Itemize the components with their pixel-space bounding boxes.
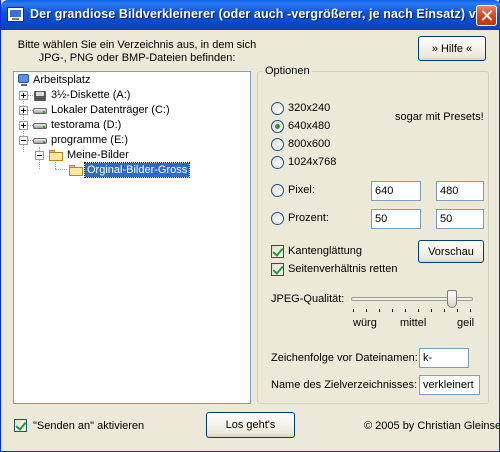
collapse-icon[interactable] — [35, 151, 44, 160]
jpeg-mark-mid: mittel — [400, 317, 427, 329]
aspect-ratio-label: Seitenverhältnis retten — [288, 263, 398, 275]
tree-item-drive-c[interactable]: Lokaler Datenträger (C:) — [51, 103, 170, 117]
drive-icon — [32, 118, 48, 132]
main-window: Der grandiose Bildverkleinerer (oder auc… — [0, 0, 500, 452]
expand-icon[interactable] — [19, 91, 28, 100]
percent-label: Prozent: — [288, 212, 329, 224]
floppy-icon — [32, 88, 48, 102]
slider-tick — [392, 309, 393, 312]
jpeg-mark-low: würg — [353, 317, 377, 329]
collapse-icon[interactable] — [19, 136, 28, 145]
start-button[interactable]: Los geht's — [206, 412, 295, 438]
folder-open-icon — [48, 148, 64, 162]
app-monitor-icon — [7, 7, 24, 22]
expand-icon[interactable] — [19, 106, 28, 115]
tree-item-floppy[interactable]: 3½-Diskette (A:) — [51, 88, 130, 102]
jpeg-quality-slider-thumb[interactable] — [447, 290, 457, 308]
send-to-label: "Senden an" aktivieren — [33, 420, 145, 432]
tree-item-arbeitsplatz[interactable]: Arbeitsplatz — [33, 73, 90, 87]
antialias-label: Kantenglättung — [288, 245, 363, 257]
aspect-ratio-checkbox[interactable] — [271, 263, 284, 276]
pixel-height-input[interactable] — [436, 181, 484, 201]
options-legend: Optionen — [263, 65, 312, 77]
preset-label-800x600: 800x600 — [288, 138, 331, 150]
slider-tick — [418, 309, 419, 312]
title-bar[interactable]: Der grandiose Bildverkleinerer (oder auc… — [1, 0, 500, 30]
expand-icon[interactable] — [19, 121, 28, 130]
slider-tick — [470, 309, 471, 312]
computer-icon — [16, 73, 32, 87]
help-button[interactable]: » Hilfe « — [418, 36, 486, 61]
jpeg-quality-label: JPEG-Qualität: — [271, 293, 345, 305]
jpeg-mark-high: geil — [457, 317, 475, 329]
tree-item-drive-e[interactable]: programme (E:) — [51, 133, 128, 147]
radio-preset-1024x768[interactable] — [271, 156, 284, 169]
tree-item-selected-folder[interactable]: Orginal-Bilder-Gross — [83, 162, 191, 178]
percent-width-input[interactable] — [371, 209, 421, 229]
tree-item-drive-d[interactable]: testorama (D:) — [51, 118, 121, 132]
slider-tick — [366, 309, 367, 312]
prefix-label: Zeichenfolge vor Dateinamen: — [271, 352, 418, 364]
instructions-line-2: JPG-, PNG oder BMP-Dateien befinden: — [38, 52, 236, 64]
slider-tick — [431, 309, 432, 312]
radio-preset-640x480[interactable] — [271, 120, 284, 133]
close-button[interactable] — [476, 5, 497, 26]
tree-item-meine-bilder[interactable]: Meine-Bilder — [67, 148, 129, 162]
preset-label-640x480: 640x480 — [288, 120, 331, 132]
slider-tick — [353, 309, 354, 312]
antialias-checkbox[interactable] — [271, 245, 284, 258]
slider-tick — [379, 309, 380, 312]
radio-percent[interactable] — [271, 212, 284, 225]
slider-tick — [457, 309, 458, 312]
preview-button[interactable]: Vorschau — [418, 240, 484, 263]
pixel-width-input[interactable] — [371, 181, 421, 201]
radio-preset-320x240[interactable] — [271, 102, 284, 115]
send-to-checkbox[interactable] — [14, 419, 27, 432]
radio-preset-800x600[interactable] — [271, 138, 284, 151]
preset-label-1024x768: 1024x768 — [288, 156, 337, 168]
target-folder-label: Name des Zielverzeichnisses: — [271, 379, 418, 391]
percent-height-input[interactable] — [436, 209, 484, 229]
window-title: Der grandiose Bildverkleinerer (oder auc… — [30, 7, 494, 21]
copyright-text: © 2005 by Christian Gleinser — [364, 420, 500, 432]
directory-tree[interactable]: Arbeitsplatz 3½-Diskette (A:) Lokaler Da… — [13, 71, 251, 404]
presets-note: sogar mit Presets! — [395, 111, 484, 123]
target-folder-input[interactable] — [419, 375, 480, 395]
radio-pixel[interactable] — [271, 184, 284, 197]
preset-label-320x240: 320x240 — [288, 102, 331, 114]
prefix-input[interactable] — [419, 348, 469, 368]
slider-tick — [405, 309, 406, 312]
instructions-line-1: Bitte wählen Sie ein Verzeichnis aus, in… — [17, 39, 257, 51]
folder-open-icon — [68, 163, 84, 177]
drive-icon — [32, 103, 48, 117]
slider-tick — [444, 309, 445, 312]
drive-icon — [32, 133, 48, 147]
instructions-text: Bitte wählen Sie ein Verzeichnis aus, in… — [17, 39, 257, 65]
pixel-label: Pixel: — [288, 184, 315, 196]
